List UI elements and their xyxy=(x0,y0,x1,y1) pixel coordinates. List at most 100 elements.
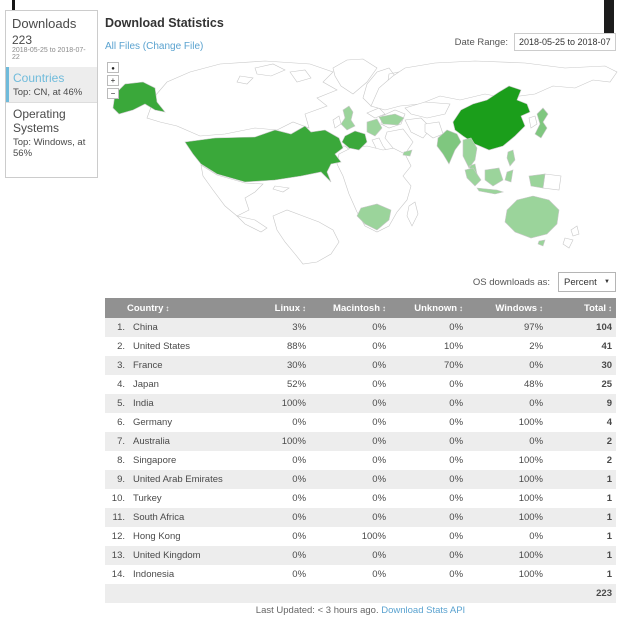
cell-unknown: 0% xyxy=(390,489,467,508)
date-range-input[interactable] xyxy=(514,33,616,51)
map-outline-new-zealand xyxy=(563,226,579,248)
map-zoom-in-button[interactable]: + xyxy=(107,75,119,86)
sidebar-date-range: 2018-05-25 to 2018-07-22 xyxy=(6,47,97,67)
grand-total-row: 223 xyxy=(105,584,616,603)
map-controls: ● + − xyxy=(107,62,119,99)
row-country: Germany xyxy=(127,413,223,432)
cell-linux: 100% xyxy=(223,394,310,413)
page-title: Download Statistics xyxy=(105,16,224,30)
cell-macintosh: 0% xyxy=(310,470,390,489)
table-row: 6.Germany0%0%0%100%4 xyxy=(105,413,616,432)
cell-unknown: 0% xyxy=(390,527,467,546)
row-rank: 8. xyxy=(105,451,127,470)
table-row: 12.Hong Kong0%100%0%0%1 xyxy=(105,527,616,546)
cell-windows: 0% xyxy=(467,394,547,413)
grand-total-value: 223 xyxy=(596,588,616,599)
sidebar-title: Downloads xyxy=(6,11,97,31)
column-label: Total xyxy=(584,303,606,314)
table-row: 11.South Africa0%0%0%100%1 xyxy=(105,508,616,527)
cell-unknown: 0% xyxy=(390,508,467,527)
cell-linux: 0% xyxy=(223,489,310,508)
column-label: Country xyxy=(127,303,163,314)
table-row: 13.United Kingdom0%0%0%100%1 xyxy=(105,546,616,565)
map-zoom-out-button[interactable]: − xyxy=(107,88,119,99)
cell-unknown: 0% xyxy=(390,565,467,584)
cell-linux: 0% xyxy=(223,470,310,489)
table-row: 10.Turkey0%0%0%100%1 xyxy=(105,489,616,508)
cell-total: 1 xyxy=(547,470,616,489)
column-header-macintosh[interactable]: Macintosh↕ xyxy=(310,298,390,318)
cell-total: 2 xyxy=(547,432,616,451)
map-outline-cuba xyxy=(273,186,289,192)
cell-macintosh: 0% xyxy=(310,432,390,451)
dot-icon: ● xyxy=(111,66,115,72)
row-rank: 5. xyxy=(105,394,127,413)
sidebar-item-countries[interactable]: Countries Top: CN, at 46% xyxy=(6,67,97,102)
table-row: 2.United States88%0%10%2%41 xyxy=(105,337,616,356)
cell-total: 1 xyxy=(547,489,616,508)
row-country: Australia xyxy=(127,432,223,451)
row-country: France xyxy=(127,356,223,375)
map-country-indonesia[interactable] xyxy=(465,168,545,194)
column-header-windows[interactable]: Windows↕ xyxy=(467,298,547,318)
column-header-total[interactable]: Total↕ xyxy=(547,298,616,318)
world-map-svg xyxy=(105,58,619,265)
cell-macintosh: 0% xyxy=(310,451,390,470)
cell-macintosh: 0% xyxy=(310,546,390,565)
table-row: 1.China3%0%0%97%104 xyxy=(105,318,616,337)
column-label: Linux xyxy=(275,303,300,314)
sidebar-item-label: Countries xyxy=(13,71,91,85)
cell-total: 104 xyxy=(547,318,616,337)
world-map: ● + − xyxy=(105,58,619,266)
row-country: Japan xyxy=(127,375,223,394)
cell-linux: 0% xyxy=(223,527,310,546)
row-rank: 14. xyxy=(105,565,127,584)
column-header-linux[interactable]: Linux↕ xyxy=(223,298,310,318)
download-stats-page: Downloads 223 2018-05-25 to 2018-07-22 C… xyxy=(0,0,619,625)
cell-total: 1 xyxy=(547,527,616,546)
map-outline-papua-new-guinea xyxy=(543,174,561,190)
cell-windows: 100% xyxy=(467,565,547,584)
row-country: Singapore xyxy=(127,451,223,470)
sort-icon: ↕ xyxy=(459,304,463,313)
cell-unknown: 70% xyxy=(390,356,467,375)
row-rank: 1. xyxy=(105,318,127,337)
table-row: 9.United Arab Emirates0%0%0%100%1 xyxy=(105,470,616,489)
cell-windows: 0% xyxy=(467,527,547,546)
cell-linux: 100% xyxy=(223,432,310,451)
map-outline-south-america xyxy=(273,210,339,264)
cell-windows: 0% xyxy=(467,356,547,375)
table-row: 14.Indonesia0%0%0%100%1 xyxy=(105,565,616,584)
map-outline-madagascar xyxy=(407,202,418,226)
cell-unknown: 0% xyxy=(390,318,467,337)
stats-table-body: 1.China3%0%0%97%1042.United States88%0%1… xyxy=(105,318,616,584)
stats-sidebar: Downloads 223 2018-05-25 to 2018-07-22 C… xyxy=(5,10,98,178)
cell-macintosh: 100% xyxy=(310,527,390,546)
row-rank: 13. xyxy=(105,546,127,565)
row-country: China xyxy=(127,318,223,337)
os-downloads-row: OS downloads as: Percent ▼ xyxy=(105,272,616,292)
column-header-unknown[interactable]: Unknown↕ xyxy=(390,298,467,318)
row-rank: 11. xyxy=(105,508,127,527)
cell-macintosh: 0% xyxy=(310,489,390,508)
scrollbar-thumb[interactable] xyxy=(604,0,614,34)
map-reset-button[interactable]: ● xyxy=(107,62,119,73)
row-rank: 2. xyxy=(105,337,127,356)
map-country-australia[interactable] xyxy=(505,196,559,246)
map-country-united-kingdom[interactable] xyxy=(341,106,355,130)
cell-linux: 0% xyxy=(223,508,310,527)
column-header-country[interactable]: Country↕ xyxy=(105,298,223,318)
sort-icon: ↕ xyxy=(302,304,306,313)
cell-windows: 100% xyxy=(467,489,547,508)
sidebar-item-operating-systems[interactable]: Operating Systems Top: Windows, at 56% xyxy=(6,103,97,163)
os-downloads-select[interactable]: Percent ▼ xyxy=(558,272,616,292)
table-row: 3.France30%0%70%0%30 xyxy=(105,356,616,375)
cell-total: 30 xyxy=(547,356,616,375)
row-country: Indonesia xyxy=(127,565,223,584)
map-country-germany[interactable] xyxy=(367,119,382,136)
column-label: Unknown xyxy=(414,303,457,314)
table-row: 4.Japan52%0%0%48%25 xyxy=(105,375,616,394)
cell-total: 2 xyxy=(547,451,616,470)
download-stats-api-link[interactable]: Download Stats API xyxy=(381,605,465,616)
sidebar-item-label: Operating Systems xyxy=(13,107,91,135)
